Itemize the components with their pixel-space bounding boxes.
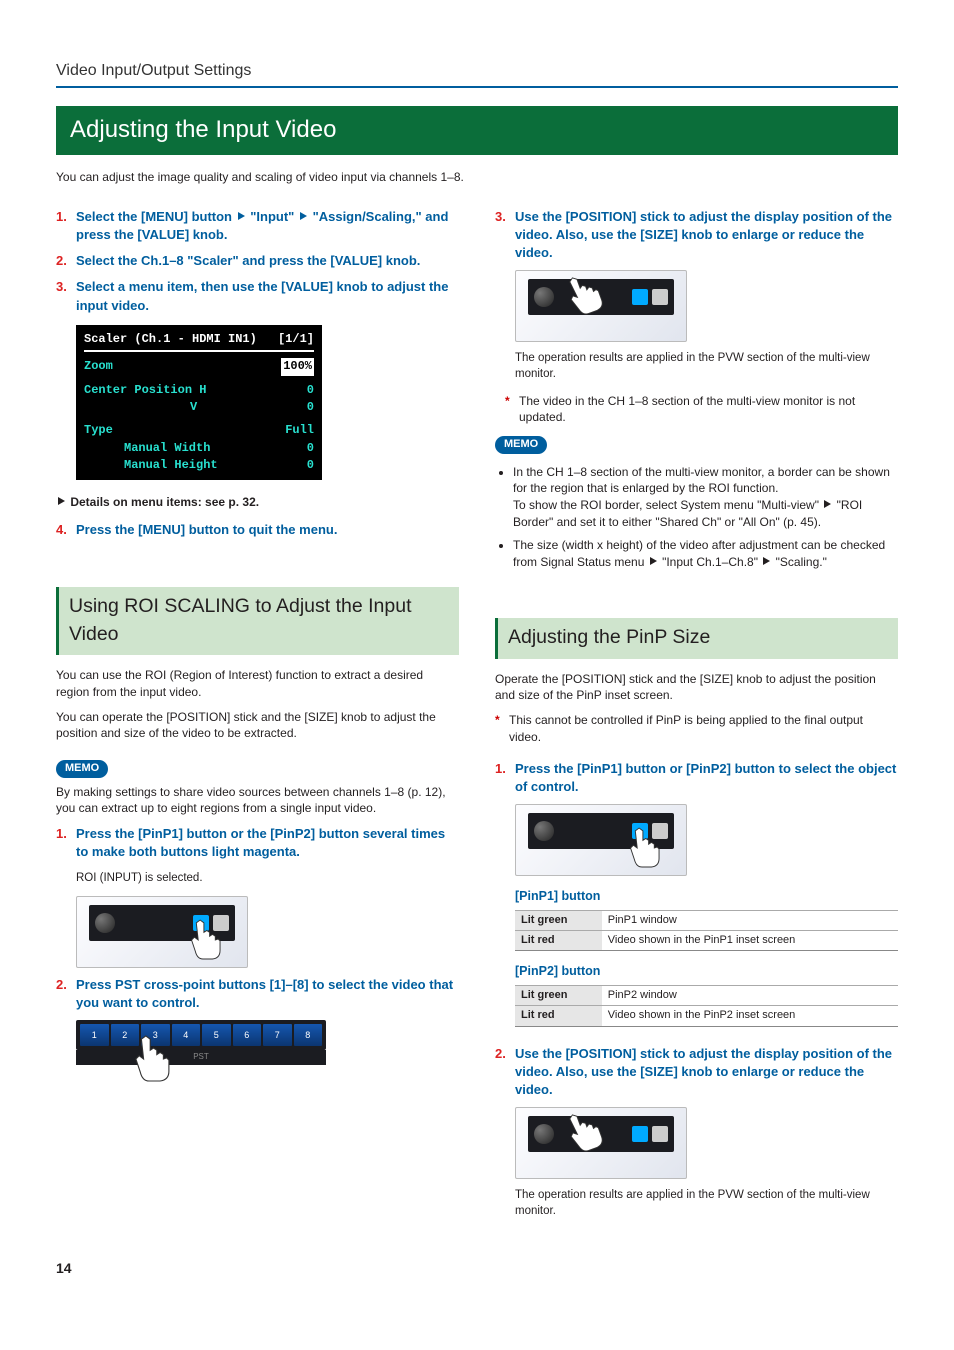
pst-button: 6 [233,1024,262,1046]
table-pinp1: Lit greenPinP1 window Lit redVideo shown… [515,910,898,952]
table-cell: Lit green [515,985,602,1005]
para: You can use the ROI (Region of Interest)… [56,667,459,701]
memo-text: By making settings to share video source… [56,784,459,818]
roi-step-3: 3. Use the [POSITION] stick to adjust th… [495,208,898,263]
menu-label: Manual Width [84,440,210,457]
result-note: The operation results are applied in the… [515,350,898,382]
para: Operate the [POSITION] stick and the [SI… [495,671,898,705]
step-number: 1. [495,760,515,796]
step-text: Press the [MENU] button to quit the menu… [76,521,337,539]
step-number: 3. [56,278,76,314]
step-number: 2. [56,976,76,1012]
memo-badge: MEMO [495,436,547,453]
menu-label: Manual Height [84,457,218,474]
step-text: Press the [PinP1] button or the [PinP2] … [76,825,459,861]
star-note: * This cannot be controlled if PinP is b… [495,712,898,746]
illustration-pinp-select [515,804,687,876]
table-cell: Lit red [515,1006,602,1026]
menu-label: V [84,399,197,416]
pst-button: 7 [263,1024,292,1046]
menu-page: [1/1] [278,331,314,348]
page-number: 14 [56,1259,898,1279]
step-text: Press PST cross-point buttons [1]–[8] to… [76,976,459,1012]
table-cell: Video shown in the PinP2 inset screen [602,1006,898,1026]
step-text: Select a menu item, then use the [VALUE]… [76,278,459,314]
menu-value: Full [285,422,314,439]
section-title-pinp: Adjusting the PinP Size [495,618,898,658]
star-note: * The video in the CH 1–8 section of the… [505,393,898,427]
step-number: 4. [56,521,76,539]
breadcrumb: Video Input/Output Settings [56,60,898,82]
step-text: Select the Ch.1–8 "Scaler" and press the… [76,252,420,270]
arrow-icon [763,557,770,565]
arrow-icon [58,497,65,505]
table-title-pinp1: [PinP1] button [515,888,898,906]
memo-list: In the CH 1–8 section of the multi-view … [495,464,898,571]
table-cell: PinP1 window [602,910,898,930]
pinp-step-2: 2. Use the [POSITION] stick to adjust th… [495,1045,898,1100]
menu-label: Center Position H [84,382,206,399]
menu-value: 0 [307,382,314,399]
table-cell: Lit red [515,931,602,951]
roi-step-2: 2. Press PST cross-point buttons [1]–[8]… [56,976,459,1012]
step-number: 3. [495,208,515,263]
pst-label: PST [76,1050,326,1065]
section-title-roi: Using ROI SCALING to Adjust the Input Vi… [56,587,459,655]
menu-value: 0 [307,399,314,416]
menu-screenshot: Scaler (Ch.1 - HDMI IN1) [1/1] Zoom 100%… [76,325,322,481]
illustration-position-size [515,270,687,342]
table-title-pinp2: [PinP2] button [515,963,898,981]
step-text: Press the [PinP1] button or [PinP2] butt… [515,760,898,796]
table-cell: PinP2 window [602,985,898,1005]
menu-label: Zoom [84,358,113,375]
pst-button: 8 [294,1024,323,1046]
para: You can operate the [POSITION] stick and… [56,709,459,743]
menu-value: 0 [307,457,314,474]
step-4: 4. Press the [MENU] button to quit the m… [56,521,459,539]
roi-step-1: 1. Press the [PinP1] button or the [PinP… [56,825,459,861]
hand-icon [622,827,660,869]
step-1: 1. Select the [MENU] button "Input" "Ass… [56,208,459,244]
table-cell: Video shown in the PinP1 inset screen [602,931,898,951]
step-2: 2. Select the Ch.1–8 "Scaler" and press … [56,252,459,270]
illustration-pst-buttons: 1 2 3 4 5 6 7 8 PST [76,1020,326,1065]
divider [56,86,898,88]
step-text: Use the [POSITION] stick to adjust the d… [515,208,898,263]
illustration-pinp-panel [76,896,248,968]
step-sub: ROI (INPUT) is selected. [76,870,459,886]
details-link: Details on menu items: see p. 32. [56,494,459,511]
step-number: 2. [495,1045,515,1100]
pst-button: 1 [80,1024,109,1046]
arrow-icon [238,212,245,220]
result-note: The operation results are applied in the… [515,1187,898,1219]
menu-label: Type [84,422,113,439]
arrow-icon [824,500,831,508]
intro-text: You can adjust the image quality and sca… [56,169,898,186]
pst-button: 5 [202,1024,231,1046]
illustration-position-size-2 [515,1107,687,1179]
table-cell: Lit green [515,910,602,930]
pinp-step-1: 1. Press the [PinP1] button or [PinP2] b… [495,760,898,796]
step-number: 1. [56,208,76,244]
step-text: Select the [MENU] button "Input" "Assign… [76,208,459,244]
step-number: 1. [56,825,76,861]
hand-icon [126,1034,170,1084]
menu-title: Scaler (Ch.1 - HDMI IN1) [84,331,257,348]
menu-value: 100% [281,358,314,375]
page-title: Adjusting the Input Video [56,106,898,155]
table-pinp2: Lit greenPinP2 window Lit redVideo shown… [515,985,898,1027]
step-number: 2. [56,252,76,270]
step-text: Use the [POSITION] stick to adjust the d… [515,1045,898,1100]
arrow-icon [650,557,657,565]
menu-value: 0 [307,440,314,457]
memo-badge: MEMO [56,760,108,777]
arrow-icon [300,212,307,220]
hand-icon [183,919,221,961]
step-3: 3. Select a menu item, then use the [VAL… [56,278,459,314]
pst-button: 4 [172,1024,201,1046]
